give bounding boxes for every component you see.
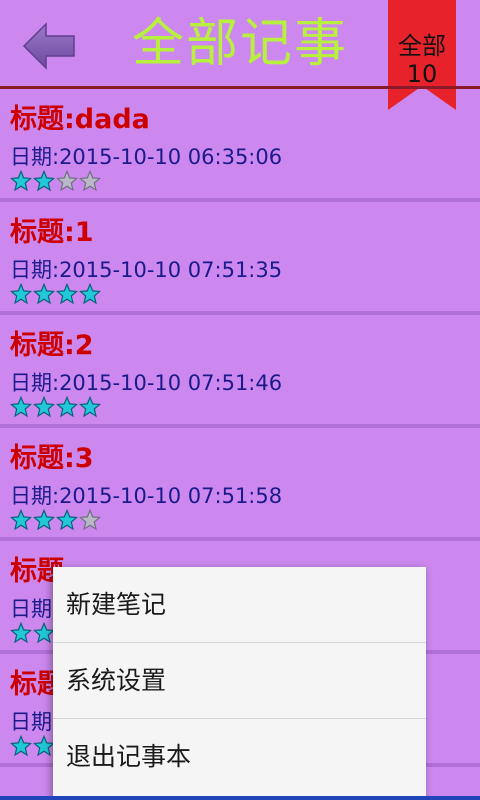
badge-count: 10 xyxy=(406,60,438,88)
badge-label: 全部 xyxy=(398,32,446,60)
note-date: 日期:2015-10-10 07:51:35 xyxy=(10,258,283,282)
bottom-edge xyxy=(0,796,480,800)
star-filled-icon xyxy=(33,622,55,644)
menu-item-exit[interactable]: 退出记事本 xyxy=(53,719,426,795)
note-date: 日期 xyxy=(10,597,52,621)
star-filled-icon xyxy=(33,170,55,192)
options-menu: 新建笔记 系统设置 退出记事本 xyxy=(53,567,426,800)
star-filled-icon xyxy=(56,396,78,418)
menu-item-settings[interactable]: 系统设置 xyxy=(53,643,426,719)
star-filled-icon xyxy=(33,283,55,305)
star-empty-icon xyxy=(79,170,101,192)
star-filled-icon xyxy=(10,509,32,531)
star-filled-icon xyxy=(10,622,32,644)
rating-stars xyxy=(10,509,101,533)
note-item-2[interactable]: 标题:2 日期:2015-10-10 07:51:46 xyxy=(0,315,480,428)
note-date: 日期:2015-10-10 07:51:58 xyxy=(10,484,283,508)
star-filled-icon xyxy=(33,735,55,757)
note-date: 日期 xyxy=(10,710,52,734)
star-empty-icon xyxy=(79,509,101,531)
note-title: 标题:dada xyxy=(10,104,150,135)
note-item-3[interactable]: 标题:3 日期:2015-10-10 07:51:58 xyxy=(0,428,480,541)
note-item-0[interactable]: 标题:dada 日期:2015-10-10 06:35:06 xyxy=(0,89,480,202)
star-filled-icon xyxy=(33,509,55,531)
note-item-1[interactable]: 标题:1 日期:2015-10-10 07:51:35 xyxy=(0,202,480,315)
star-empty-icon xyxy=(56,170,78,192)
star-filled-icon xyxy=(79,283,101,305)
star-filled-icon xyxy=(10,735,32,757)
app-window: 全部记事 全部 10 标题:dada 日期:2015-10-10 06:35:0… xyxy=(0,0,480,800)
star-filled-icon xyxy=(10,396,32,418)
note-date: 日期:2015-10-10 06:35:06 xyxy=(10,145,283,169)
rating-stars xyxy=(10,396,101,420)
star-filled-icon xyxy=(56,509,78,531)
star-filled-icon xyxy=(10,170,32,192)
rating-stars xyxy=(10,283,101,307)
star-filled-icon xyxy=(79,396,101,418)
note-title: 标题:1 xyxy=(10,217,94,248)
star-filled-icon xyxy=(10,283,32,305)
star-filled-icon xyxy=(56,283,78,305)
menu-item-new-note[interactable]: 新建笔记 xyxy=(53,567,426,643)
rating-stars xyxy=(10,170,101,194)
note-title: 标题:3 xyxy=(10,443,94,474)
note-date: 日期:2015-10-10 07:51:46 xyxy=(10,371,283,395)
header-bar: 全部记事 全部 10 xyxy=(0,0,480,110)
star-filled-icon xyxy=(33,396,55,418)
note-title: 标题:2 xyxy=(10,330,94,361)
